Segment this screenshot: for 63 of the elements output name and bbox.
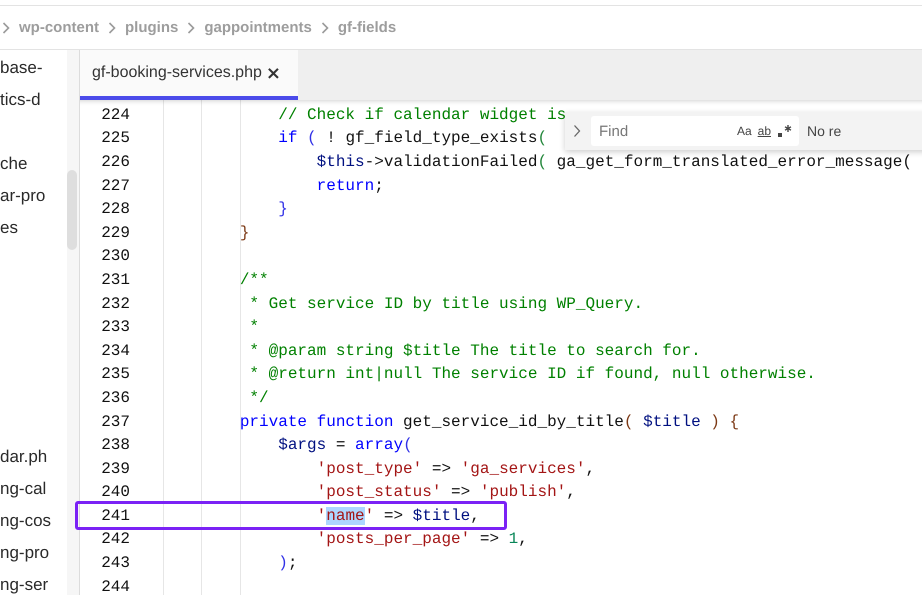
chevron-right-icon — [2, 22, 10, 34]
code-line: * @param string $title The title to search for. — [248, 342, 701, 360]
file-tree-item[interactable]: ng-cal — [0, 473, 67, 505]
line-number: 233 — [100, 318, 130, 336]
code-line: } — [277, 200, 288, 218]
close-icon[interactable]: × — [266, 62, 281, 84]
code-line: ); — [277, 554, 298, 572]
code-line: return; — [316, 176, 384, 195]
code-line: // Check if calendar widget is — [277, 106, 566, 124]
file-tree-item[interactable]: base- — [0, 52, 67, 84]
code-line: * — [248, 318, 260, 336]
result-count: No re — [807, 123, 842, 139]
line-number: 226 — [100, 152, 130, 171]
file-tree-item[interactable]: ng-ser — [0, 569, 67, 595]
code-line: /** — [238, 270, 269, 289]
chevron-right-icon — [108, 22, 116, 34]
line-number: 235 — [100, 365, 130, 384]
code-line: 'posts_per_page' => 1, — [316, 530, 528, 548]
code-line: } — [238, 224, 250, 242]
chevron-right-icon — [187, 22, 196, 34]
code-line: if ( ! gf_field_type_exists( — [277, 129, 548, 148]
toggle-button[interactable]: Aa — [736, 124, 752, 138]
chevron-right-icon — [320, 22, 329, 34]
line-number: 244 — [100, 578, 130, 595]
scrollbar-thumb[interactable] — [67, 170, 77, 250]
regex-icon[interactable] — [777, 124, 793, 138]
file-tree-item[interactable]: ng-cos — [0, 505, 67, 537]
line-number: 242 — [100, 530, 130, 548]
line-number: 225 — [100, 129, 130, 148]
line-number: 238 — [100, 436, 130, 454]
file-tree-item[interactable]: ar-pro — [0, 180, 67, 212]
file-tree-item[interactable]: dar.ph — [0, 441, 67, 473]
line-number: 231 — [100, 270, 130, 289]
line-number: 236 — [100, 388, 130, 407]
line-number: 239 — [100, 460, 130, 478]
code-line: $args = array( — [277, 436, 413, 454]
line-number: 243 — [100, 554, 130, 572]
chevron-right-icon[interactable] — [573, 124, 581, 138]
editor-tab[interactable]: gf-booking-services.php × — [80, 50, 298, 100]
code-line: * @return int|null The service ID if found, null otherwise. — [248, 365, 816, 384]
line-number: 227 — [100, 176, 130, 195]
file-tree-item[interactable]: tics-d — [0, 84, 67, 116]
code-line: 'name' => $title, — [316, 506, 480, 525]
code-line: 'post_status' => 'publish', — [316, 483, 576, 502]
line-number: 230 — [100, 247, 130, 266]
line-number: 234 — [100, 342, 130, 360]
line-number: 224 — [100, 106, 130, 124]
find-field[interactable]: Find Aa ab — [591, 116, 799, 146]
line-number: 240 — [100, 483, 130, 502]
file-tree-item[interactable]: es — [0, 212, 67, 244]
line-number: 241 — [100, 506, 130, 525]
file-tree-item[interactable]: ng-pro — [0, 537, 67, 569]
line-number: 237 — [100, 412, 130, 431]
code-line: $this->validationFailed( ga_get_form_translated_error_message( — [316, 152, 912, 171]
line-number: 229 — [100, 224, 130, 242]
code-line: private function get_service_id_by_title( $title ) { — [238, 412, 740, 431]
code-line: 'post_type' => 'ga_services', — [316, 460, 596, 478]
line-number: 228 — [100, 200, 130, 218]
toggle-button[interactable]: ab — [758, 124, 771, 138]
code-line: * Get service ID by title using WP_Query. — [248, 294, 644, 313]
code-line: */ — [248, 388, 269, 407]
line-number: 232 — [100, 294, 130, 313]
file-tree-item[interactable]: che — [0, 148, 67, 180]
